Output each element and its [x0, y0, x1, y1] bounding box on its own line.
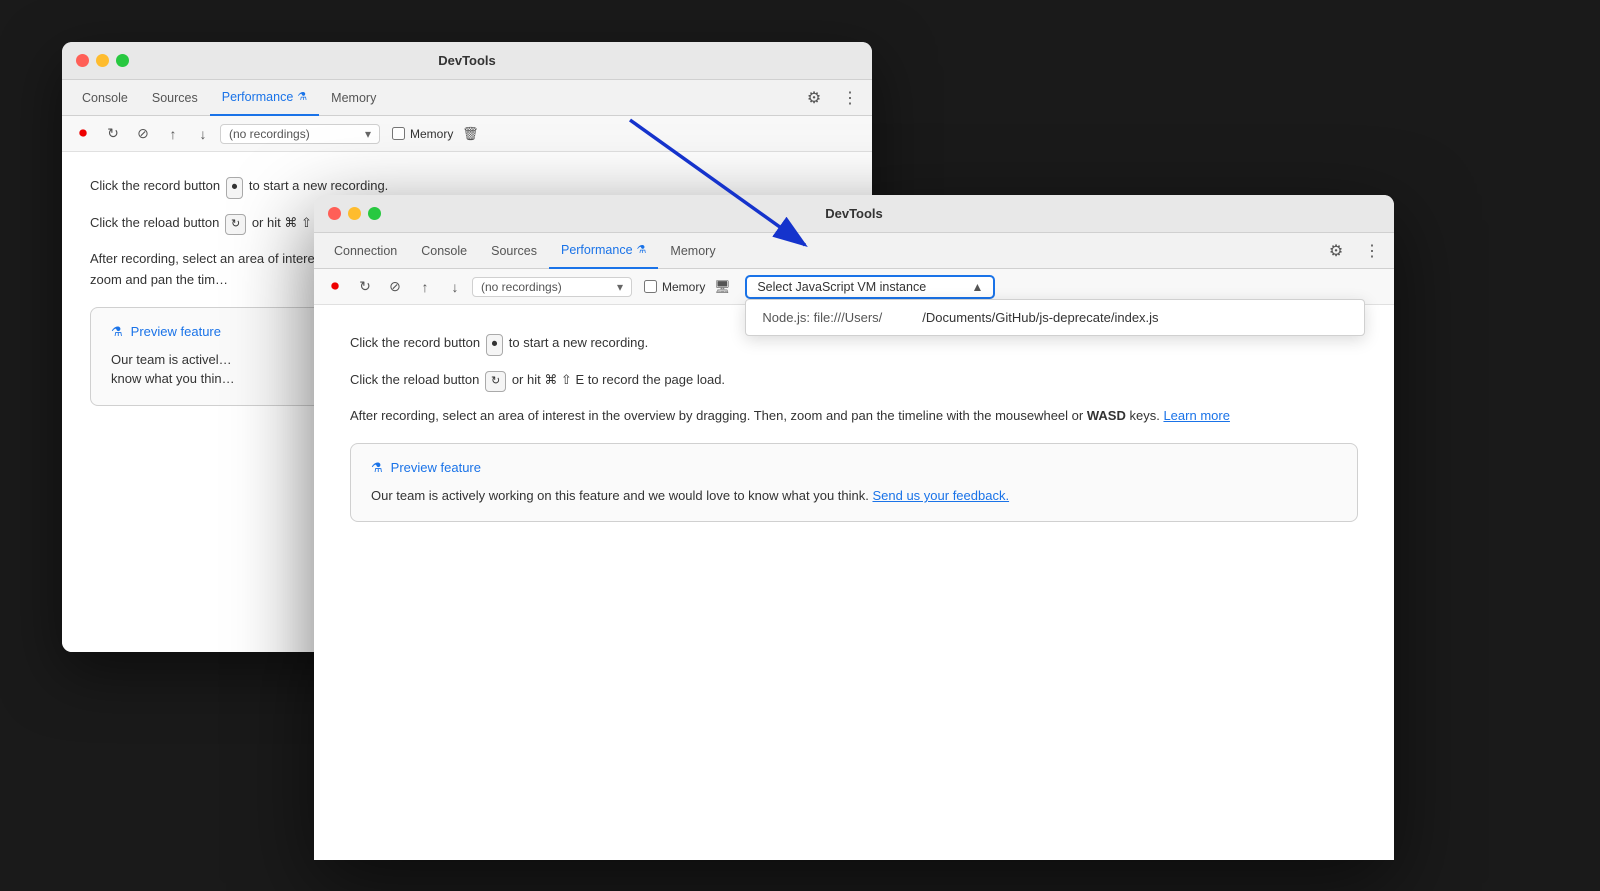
- feedback-link[interactable]: Send us your feedback.: [872, 488, 1009, 503]
- vm-select-button[interactable]: Select JavaScript VM instance ▲: [745, 275, 995, 299]
- front-preview-title: ⚗ Preview feature: [371, 460, 1337, 476]
- download-button-front[interactable]: ↓: [442, 274, 468, 300]
- record-kbd-back: ⏺: [226, 177, 244, 199]
- flask-icon-front: ⚗: [637, 243, 647, 256]
- memory-checkbox-input-back[interactable]: [392, 127, 405, 140]
- recordings-dropdown-front[interactable]: (no recordings) ▾: [472, 277, 632, 297]
- memory-checkbox-front: Memory: [644, 280, 705, 294]
- front-preview-text: Our team is actively working on this fea…: [371, 486, 1337, 506]
- upload-button-front[interactable]: ↑: [412, 274, 438, 300]
- reload-kbd-back: ↻: [225, 214, 246, 236]
- download-button-back[interactable]: ↓: [190, 121, 216, 147]
- traffic-lights-back: [76, 54, 129, 67]
- minimize-button-back[interactable]: [96, 54, 109, 67]
- flask-preview-icon-back: ⚗: [111, 324, 123, 340]
- front-window: DevTools Connection Console Sources Perf…: [314, 195, 1394, 860]
- memory-checkbox-back: Memory: [392, 127, 453, 141]
- memory-checkbox-input-front[interactable]: [644, 280, 657, 293]
- tab-performance-front[interactable]: Performance ⚗: [549, 233, 658, 269]
- front-content: Click the record button ⏺ to start a new…: [314, 305, 1394, 860]
- minimize-button-front[interactable]: [348, 207, 361, 220]
- front-tabs-bar: Connection Console Sources Performance ⚗…: [314, 233, 1394, 269]
- more-icon-back[interactable]: ⋮: [836, 84, 864, 112]
- traffic-lights-front: [328, 207, 381, 220]
- tab-sources-back[interactable]: Sources: [140, 80, 210, 116]
- upload-button-back[interactable]: ↑: [160, 121, 186, 147]
- more-icon-front[interactable]: ⋮: [1358, 237, 1386, 265]
- vm-dropdown: Node.js: file:///Users/ /Documents/GitHu…: [745, 299, 1365, 336]
- tabs-right-front: ⚙ ⋮: [1322, 237, 1386, 265]
- tab-performance-back[interactable]: Performance ⚗: [210, 80, 319, 116]
- record-button-front[interactable]: ⏺: [322, 274, 348, 300]
- front-titlebar: DevTools: [314, 195, 1394, 233]
- front-para2: Click the reload button ↻ or hit ⌘ ⇧ E t…: [350, 370, 1358, 393]
- recordings-dropdown-back[interactable]: (no recordings) ▾: [220, 124, 380, 144]
- settings-icon-front[interactable]: ⚙: [1322, 237, 1350, 265]
- record-kbd-front: ⏺: [486, 334, 504, 356]
- tabs-right-back: ⚙ ⋮: [800, 84, 864, 112]
- front-window-title: DevTools: [825, 206, 883, 221]
- close-button-back[interactable]: [76, 54, 89, 67]
- back-titlebar: DevTools: [62, 42, 872, 80]
- garbage-icon-back[interactable]: 🗑: [457, 121, 483, 147]
- vm-selector: Select JavaScript VM instance ▲ Node.js:…: [745, 275, 995, 299]
- learn-more-link[interactable]: Learn more: [1163, 408, 1229, 423]
- flask-icon-back: ⚗: [297, 90, 307, 103]
- front-para3: After recording, select an area of inter…: [350, 406, 1358, 427]
- settings-icon-back[interactable]: ⚙: [800, 84, 828, 112]
- vm-dropdown-arrow: ▲: [971, 280, 983, 294]
- tab-connection-front[interactable]: Connection: [322, 233, 409, 269]
- front-para1: Click the record button ⏺ to start a new…: [350, 333, 1358, 356]
- tab-sources-front[interactable]: Sources: [479, 233, 549, 269]
- wasd-bold: WASD: [1087, 408, 1126, 423]
- back-toolbar: ⏺ ↻ ⊘ ↑ ↓ (no recordings) ▾ Memory 🗑: [62, 116, 872, 152]
- vm-option-0[interactable]: Node.js: file:///Users/ /Documents/GitHu…: [746, 300, 1364, 335]
- tab-console-front[interactable]: Console: [409, 233, 479, 269]
- close-button-front[interactable]: [328, 207, 341, 220]
- cpu-throttle-icon-front[interactable]: 🖥: [709, 274, 735, 300]
- maximize-button-back[interactable]: [116, 54, 129, 67]
- reload-button-front[interactable]: ↻: [352, 274, 378, 300]
- vm-option-left: Node.js: file:///Users/: [762, 310, 882, 325]
- front-toolbar: ⏺ ↻ ⊘ ↑ ↓ (no recordings) ▾ Memory 🖥 Sel…: [314, 269, 1394, 305]
- back-tabs-bar: Console Sources Performance ⚗ Memory ⚙ ⋮: [62, 80, 872, 116]
- tab-memory-front[interactable]: Memory: [658, 233, 727, 269]
- flask-preview-icon-front: ⚗: [371, 460, 383, 476]
- maximize-button-front[interactable]: [368, 207, 381, 220]
- back-window-title: DevTools: [438, 53, 496, 68]
- record-button-back[interactable]: ⏺: [70, 121, 96, 147]
- front-preview-box: ⚗ Preview feature Our team is actively w…: [350, 443, 1358, 523]
- stop-button-back[interactable]: ⊘: [130, 121, 156, 147]
- reload-kbd-front: ↻: [485, 371, 506, 393]
- stop-button-front[interactable]: ⊘: [382, 274, 408, 300]
- reload-button-back[interactable]: ↻: [100, 121, 126, 147]
- vm-option-right: /Documents/GitHub/js-deprecate/index.js: [922, 310, 1158, 325]
- tab-console-back[interactable]: Console: [70, 80, 140, 116]
- tab-memory-back[interactable]: Memory: [319, 80, 388, 116]
